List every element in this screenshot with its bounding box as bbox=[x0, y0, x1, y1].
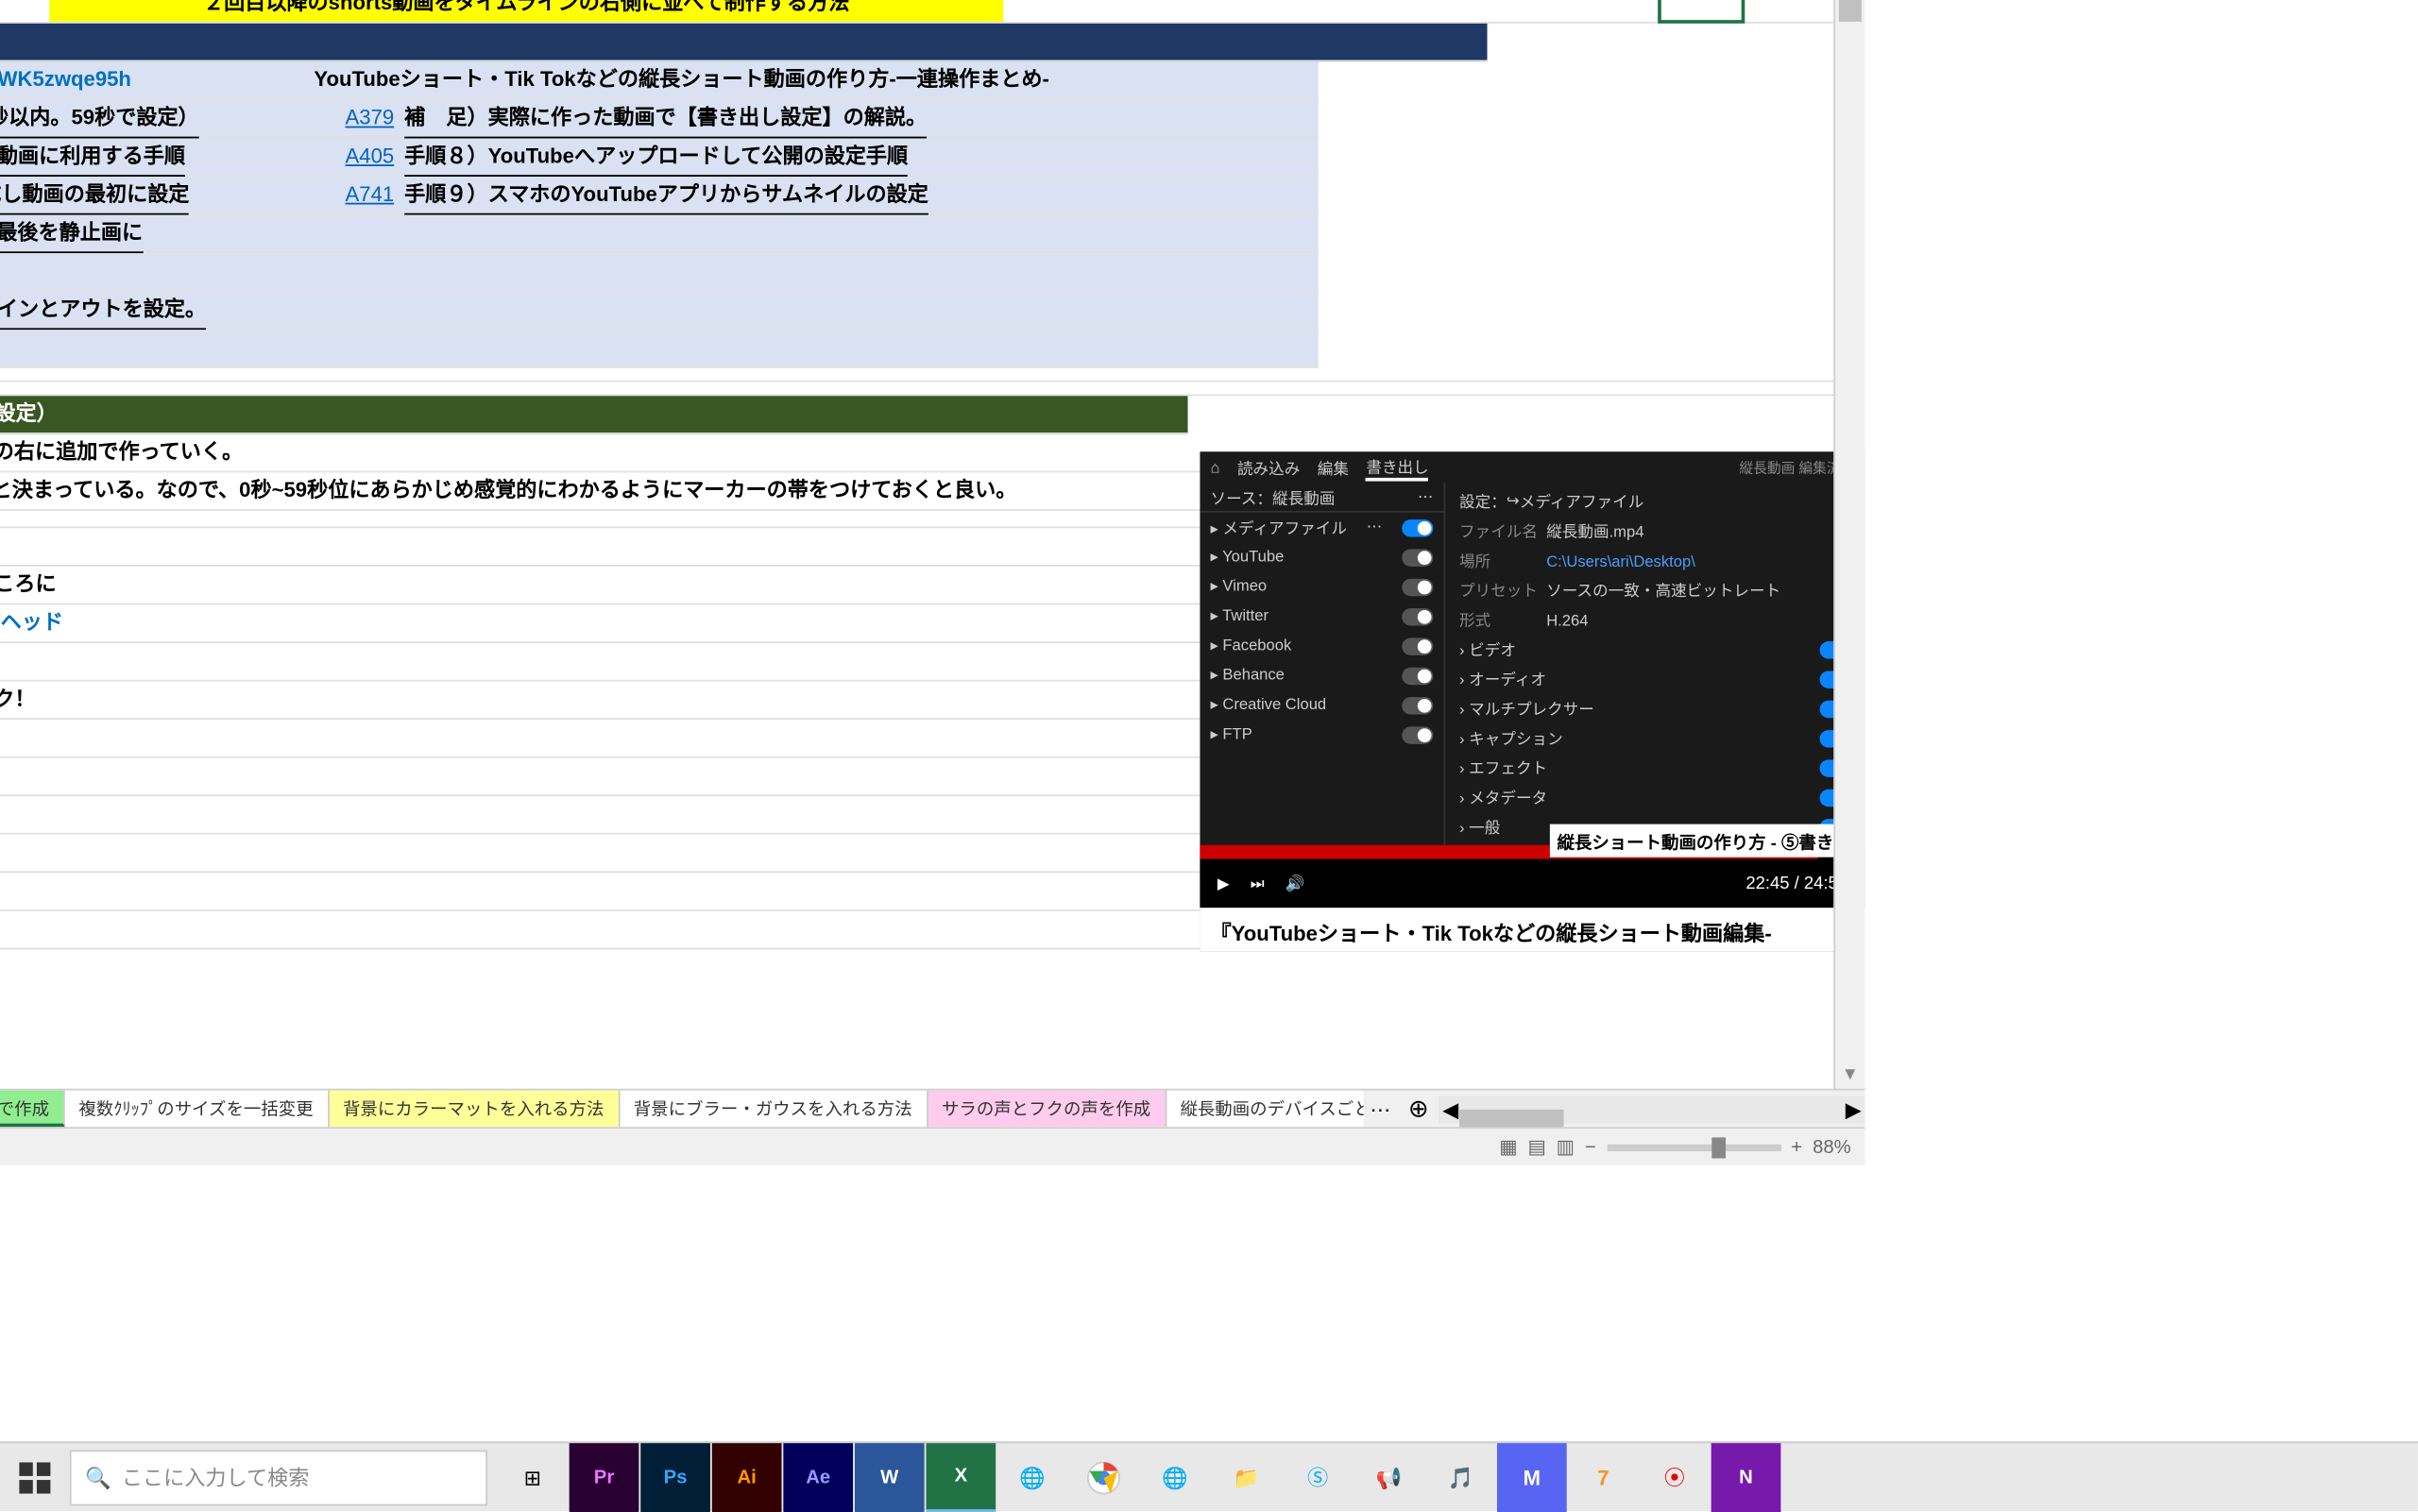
export-dest[interactable]: ▸ メディアファイル⋯ bbox=[1200, 513, 1443, 542]
volume-icon[interactable]: 🔊 bbox=[1286, 874, 1305, 892]
sheet-tab[interactable]: 背景にカラーマットを入れる方法 bbox=[329, 1091, 620, 1128]
zoom-level[interactable]: 88% bbox=[1813, 1136, 1851, 1157]
sheet-tab[interactable]: 縦長動画のデバイスごとの見え方 bbox=[1166, 1091, 1363, 1128]
export-dest[interactable]: ▸ Facebook bbox=[1200, 631, 1443, 660]
cell[interactable]: 手順８）YouTubeへアップロードして公開の設定手順 bbox=[404, 138, 908, 177]
app-onenote-icon[interactable]: N bbox=[1711, 1442, 1781, 1512]
export-dest[interactable]: ▸ Vimeo bbox=[1200, 571, 1443, 601]
cell[interactable]: 手順１）マーカーを設定しておく。（60秒以内。59秒で設定） bbox=[0, 100, 199, 139]
export-dest[interactable]: ▸ Creative Cloud bbox=[1200, 690, 1443, 720]
grid[interactable]: ABCDEFGHIJKLMNOPQRSTUVWXYZAAAB 123456789… bbox=[0, 0, 1865, 951]
export-dest[interactable]: ▸ Twitter bbox=[1200, 602, 1443, 631]
cell[interactable]: 補 足）実際に作った動画で【書き出し設定】の解説。 bbox=[404, 100, 927, 139]
app-7-icon[interactable]: 7 bbox=[1569, 1442, 1639, 1512]
statusbar: 準備完了 ▢ ▦ ▤ ▥ − + 88% bbox=[0, 1127, 1865, 1165]
cell[interactable]: 手順９）スマホのYouTubeアプリからサムネイルの設定 bbox=[404, 177, 928, 215]
cell[interactable]: A379 bbox=[346, 100, 398, 137]
sheet-tab[interactable]: ▲２つ目の動画-同じタイムラインで作成 bbox=[0, 1091, 65, 1128]
zoom-out-icon[interactable]: − bbox=[1585, 1136, 1596, 1157]
taskbar-search[interactable]: 🔍 ここに入力して検索 bbox=[70, 1450, 487, 1505]
taskbar: 🔍 ここに入力して検索 ⊞ Pr Ps Ai Ae W X 🌐 🌐 📁 Ⓢ 📢 … bbox=[0, 1441, 2418, 1511]
app-rec-icon[interactable]: ⦿ bbox=[1640, 1442, 1710, 1512]
task-view-icon[interactable]: ⊞ bbox=[498, 1442, 568, 1512]
sheet-tabs: ◀▶ ▲ショート動画作成手順▲２つ目の動画-同じタイムラインで作成複数ｸﾘｯﾌﾟ… bbox=[0, 1089, 1865, 1128]
export-dest[interactable]: ▸ FTP bbox=[1200, 720, 1443, 749]
hscroll-right[interactable]: ▶ bbox=[1846, 1096, 1862, 1121]
cell[interactable]: 手順２）横長動画の動画クリップを縦長動画に利用する手順 bbox=[0, 138, 185, 177]
sheet-tab[interactable]: 背景にブラー・ガウスを入れる方法 bbox=[620, 1091, 928, 1128]
app-excel-icon[interactable]: X bbox=[926, 1442, 996, 1512]
start-button[interactable] bbox=[0, 1442, 70, 1512]
view-break-icon[interactable]: ▥ bbox=[1557, 1136, 1575, 1159]
cell[interactable]: ■ shorts動画は、長さの規定で１分(60秒以内)と決まっている。なので、0… bbox=[0, 472, 1016, 509]
export-dest[interactable]: ▸ Behance bbox=[1200, 660, 1443, 689]
app-explorer-icon[interactable]: 📁 bbox=[1212, 1442, 1282, 1512]
view-page-icon[interactable]: ▤ bbox=[1527, 1136, 1545, 1159]
app-m-icon[interactable]: M bbox=[1497, 1442, 1567, 1512]
app-voice-icon[interactable]: 📢 bbox=[1354, 1442, 1424, 1512]
cell[interactable]: 手順４）動画から完成画の間に、動画の最後を静止画に bbox=[0, 215, 143, 254]
app-chrome-icon[interactable] bbox=[1069, 1442, 1139, 1512]
hscroll-left[interactable]: ◀ bbox=[1442, 1096, 1458, 1121]
app-skype-icon[interactable]: Ⓢ bbox=[1283, 1442, 1353, 1512]
home-icon: ⌂ bbox=[1210, 459, 1219, 476]
new-sheet-button[interactable]: ⊕ bbox=[1398, 1094, 1439, 1123]
app-audio-icon[interactable]: 🎵 bbox=[1425, 1442, 1495, 1512]
zoom-in-icon[interactable]: + bbox=[1791, 1136, 1802, 1157]
cell[interactable]: 手順1）マーカーを設定しておく。（60秒以内。59秒で設定） bbox=[0, 396, 58, 433]
next-icon[interactable]: ⏭ bbox=[1251, 874, 1265, 892]
play-icon[interactable]: ▶ bbox=[1218, 874, 1230, 892]
sheet-tab[interactable]: サラの声とフクの声を作成 bbox=[928, 1091, 1166, 1128]
vertical-scrollbar[interactable]: ▴ ▾ bbox=[1833, 0, 1865, 1089]
view-normal-icon[interactable]: ▦ bbox=[1499, 1136, 1517, 1159]
cell[interactable]: A405 bbox=[346, 138, 398, 175]
sheet-more-icon[interactable]: ⋯ bbox=[1363, 1096, 1398, 1121]
cell[interactable]: 手順３）サムネイルをPhotoshopで作成し動画の最初に設定 bbox=[0, 177, 189, 215]
app-aftereffects-icon[interactable]: Ae bbox=[783, 1442, 853, 1512]
app-edge-icon[interactable]: 🌐 bbox=[997, 1442, 1067, 1512]
app-illustrator-icon[interactable]: Ai bbox=[712, 1442, 782, 1512]
app-chrome2-icon[interactable]: 🌐 bbox=[1140, 1442, 1210, 1512]
cell[interactable]: 手順６）ショート動画を書き出す準備。インとアウトを設定。 bbox=[0, 292, 206, 331]
export-dest[interactable]: ▸ YouTube bbox=[1200, 542, 1443, 571]
cell[interactable]: YouTubeショート・Tik Tokなどの縦長ショート動画の作り方-一連操作ま… bbox=[314, 61, 1049, 98]
cell[interactable]: ■ 一つ目の動画が出来たら、同じタイムラインの右に追加で作っていく。 bbox=[0, 434, 243, 471]
app-photoshop-icon[interactable]: Ps bbox=[640, 1442, 710, 1512]
sheet-tab[interactable]: 複数ｸﾘｯﾌﾟのサイズを一括変更 bbox=[65, 1091, 330, 1128]
cell[interactable]: 参考動画 https://youtu.be/JsS7GZPpQW0?si=1br… bbox=[0, 61, 131, 98]
cell[interactable]: 青いハンドル棒をこれから動画を作るところに bbox=[0, 567, 57, 603]
embedded-image-export[interactable]: ⌂読み込み編集書き出し縦長動画 編集済み ソース：縦長動画⋯ ▸ メディアファイ… bbox=[1200, 451, 1865, 951]
app-premiere-icon[interactable]: Pr bbox=[570, 1442, 639, 1512]
cell[interactable]: ２回目以降のshorts動画をタイムラインの右側に並べて制作する方法 bbox=[49, 0, 1003, 22]
cell[interactable]: A741 bbox=[346, 177, 398, 213]
cell[interactable]: 。の上で右クリック！ bbox=[0, 682, 35, 719]
cell[interactable]: 青いハンドル棒＝再生ヘッド bbox=[0, 604, 63, 641]
zoom-slider[interactable] bbox=[1607, 1144, 1780, 1150]
app-word-icon[interactable]: W bbox=[855, 1442, 925, 1512]
